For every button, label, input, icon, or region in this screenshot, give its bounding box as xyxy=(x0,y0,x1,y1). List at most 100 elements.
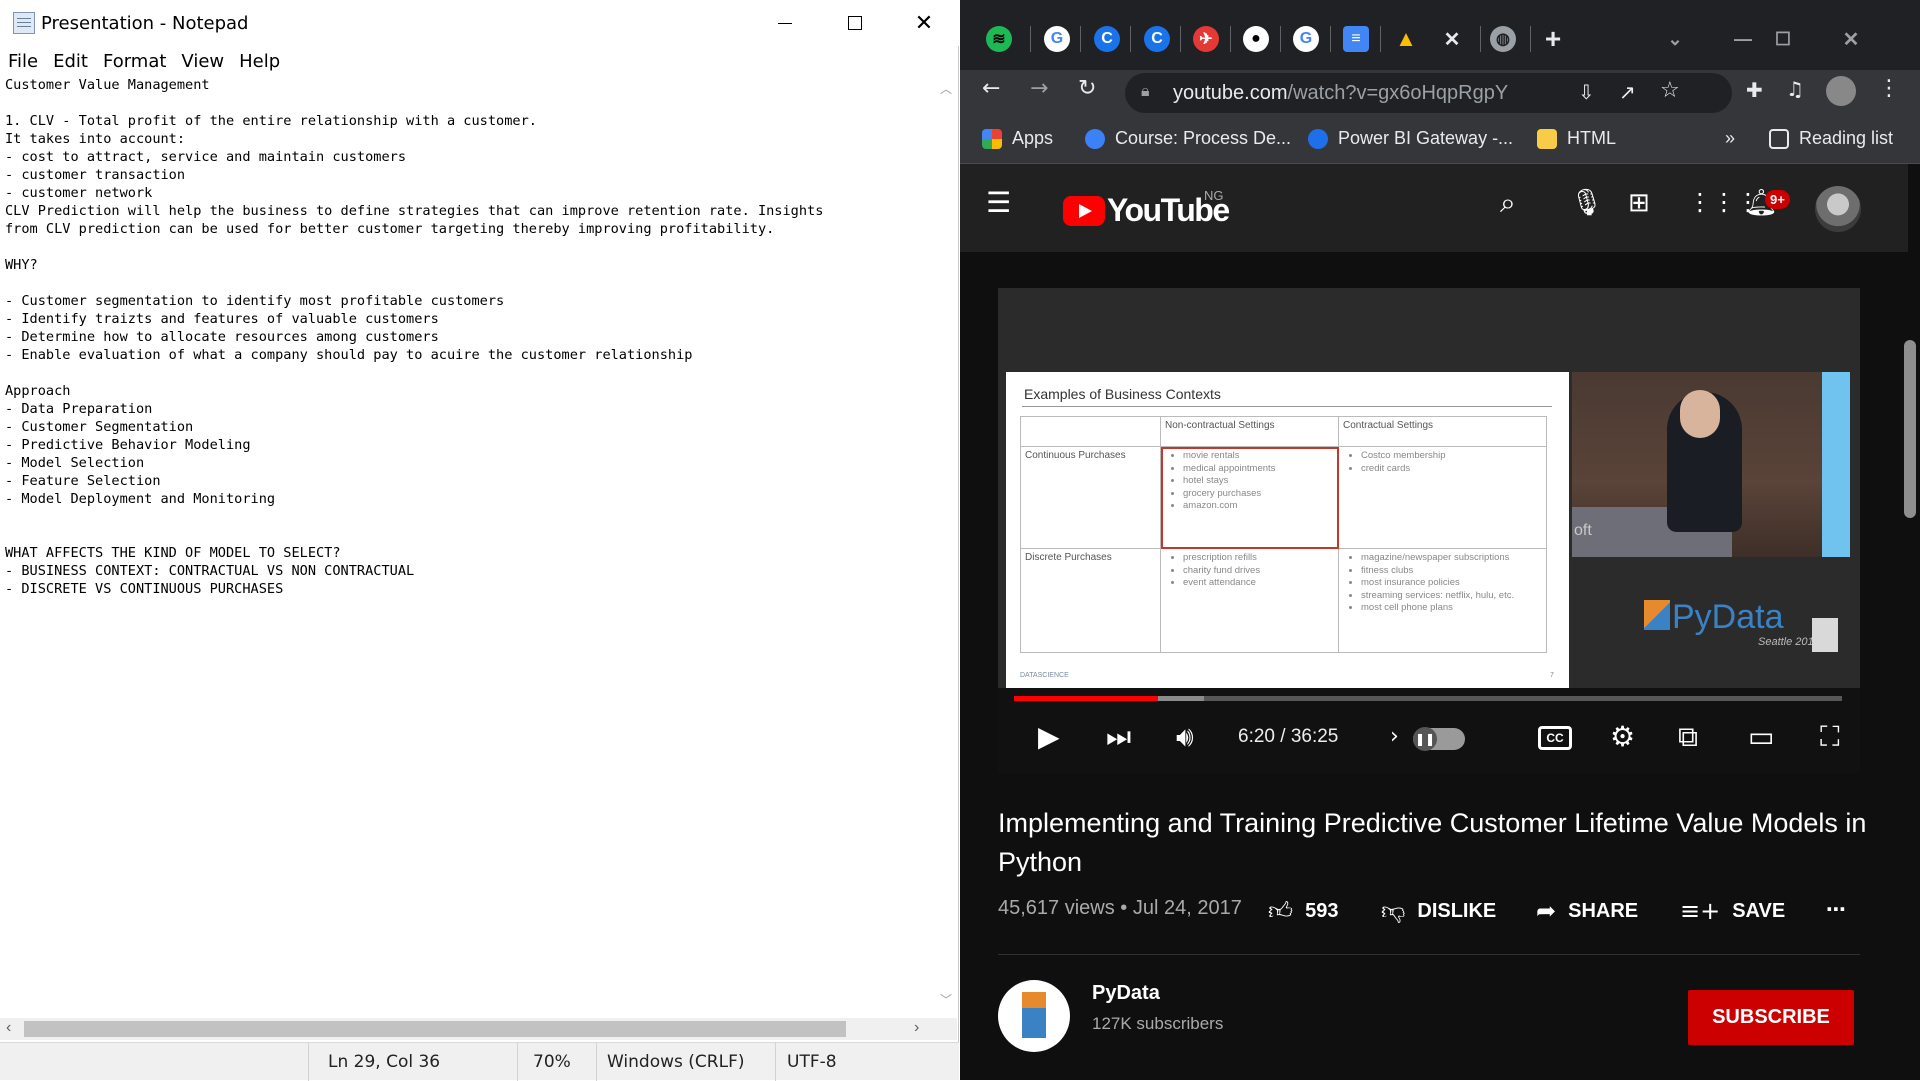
page-scrollbar[interactable] xyxy=(1904,340,1916,518)
hamburger-menu-icon[interactable]: ☰ xyxy=(986,186,1011,219)
speaker-video-inset: oft xyxy=(1572,372,1850,557)
menu-view[interactable]: View xyxy=(181,51,224,72)
menu-format[interactable]: Format xyxy=(103,51,166,72)
docs-tab-icon[interactable]: ≡ xyxy=(1343,26,1369,52)
coursera-tab-icon[interactable]: C xyxy=(1094,26,1120,52)
save-button[interactable]: ≡+ SAVE xyxy=(1680,897,1785,925)
close-button[interactable]: ✕ xyxy=(889,0,959,46)
progress-played xyxy=(1014,696,1159,701)
share-button[interactable]: ➦ SHARE xyxy=(1536,897,1638,925)
video-player[interactable]: Examples of Business Contexts Non-contra… xyxy=(998,288,1860,773)
scroll-up-icon[interactable]: ︿ xyxy=(940,80,952,97)
extensions-icon[interactable]: ✚ xyxy=(1746,78,1763,102)
presentation-slide: Examples of Business Contexts Non-contra… xyxy=(1006,372,1569,688)
spotify-tab-icon[interactable]: ≋ xyxy=(986,26,1012,52)
youtube-page: ☰ YouTube NG ⌕ 🎙︎ ⊞ ⋮⋮⋮ 🔔︎ 9+ Examples o… xyxy=(960,164,1920,1080)
menu-help[interactable]: Help xyxy=(239,51,280,72)
maximize-icon xyxy=(848,16,862,30)
google-tab-icon[interactable]: G xyxy=(1044,26,1070,52)
menu-edit[interactable]: Edit xyxy=(53,51,88,72)
dislike-button[interactable]: 👎︎ DISLIKE xyxy=(1381,897,1496,926)
subscribe-button[interactable]: SUBSCRIBE xyxy=(1688,990,1854,1045)
github-tab-icon[interactable]: ● xyxy=(1243,26,1269,52)
scroll-left-icon[interactable]: ‹ xyxy=(6,1019,11,1037)
microphone-icon[interactable]: 🎙︎ xyxy=(1570,188,1603,218)
pydata-grey-cube-icon xyxy=(1812,618,1838,652)
course-icon xyxy=(1085,128,1105,149)
horizontal-scrollbar[interactable]: ‹ › xyxy=(0,1018,935,1040)
horizontal-scroll-thumb[interactable] xyxy=(24,1021,846,1037)
video-progress-bar[interactable] xyxy=(1014,696,1842,701)
volume-icon[interactable]: 🔊︎ xyxy=(1176,720,1194,754)
divider xyxy=(998,954,1860,955)
globe-tab-icon[interactable]: ◍ xyxy=(1490,26,1516,52)
new-tab-icon[interactable]: + xyxy=(1540,23,1566,54)
notepad-titlebar[interactable]: Presentation - Notepad ✕ xyxy=(0,0,959,46)
bookmark-star-icon[interactable]: ☆ xyxy=(1660,78,1680,103)
slide-title: Examples of Business Contexts xyxy=(1024,386,1221,402)
chrome-toolbar: ← → ↻ 🔒︎ youtube.com/watch?v=gx6oHqpRgpY… xyxy=(960,70,1920,116)
chrome-menu-icon[interactable]: ⋮ xyxy=(1878,76,1900,101)
video-frame[interactable]: Examples of Business Contexts Non-contra… xyxy=(998,288,1860,688)
chrome-close-icon[interactable]: ✕ xyxy=(1838,26,1864,52)
theater-mode-icon[interactable]: ▭ xyxy=(1748,720,1774,753)
minimize-button[interactable] xyxy=(750,0,820,46)
maximize-button[interactable] xyxy=(820,0,890,46)
red-app-tab-icon[interactable]: ✈ xyxy=(1193,26,1219,52)
install-app-icon[interactable]: ⇩ xyxy=(1578,80,1595,104)
channel-avatar[interactable] xyxy=(998,980,1070,1052)
autoplay-toggle[interactable]: ❚❚ xyxy=(1413,727,1465,751)
close-tab-icon[interactable]: ✕ xyxy=(1439,26,1465,52)
status-line-ending: Windows (CRLF) xyxy=(607,1052,745,1072)
drive-tab-icon[interactable]: ▲ xyxy=(1393,26,1419,52)
user-avatar[interactable] xyxy=(1815,186,1861,232)
scroll-down-icon[interactable]: ﹀ xyxy=(940,991,952,1008)
back-icon[interactable]: ← xyxy=(982,76,1000,101)
scroll-corner xyxy=(935,1018,957,1040)
profile-avatar[interactable] xyxy=(1826,76,1856,106)
bookmark-course[interactable]: Course: Process De... xyxy=(1085,128,1291,149)
more-bookmarks-icon[interactable]: » xyxy=(1725,128,1735,149)
play-icon[interactable]: ▶ xyxy=(1038,720,1060,753)
bookmark-html[interactable]: HTML xyxy=(1537,128,1616,149)
chapter-chevron-icon[interactable]: › xyxy=(1390,724,1399,749)
thumbs-up-icon: 👍︎ xyxy=(1268,897,1294,925)
search-icon[interactable]: ⌕ xyxy=(1500,186,1516,220)
settings-gear-icon[interactable]: ⚙ xyxy=(1610,720,1635,753)
share-icon[interactable]: ↗ xyxy=(1619,80,1636,104)
notepad-window: Presentation - Notepad ✕ File Edit Forma… xyxy=(0,0,959,1081)
notepad-text-area[interactable]: Customer Value Management 1. CLV - Total… xyxy=(5,76,930,1016)
bookmark-apps[interactable]: Apps xyxy=(982,128,1053,149)
bookmarks-bar: Apps Course: Process De... Power BI Gate… xyxy=(960,116,1920,164)
channel-name[interactable]: PyData xyxy=(1092,982,1160,1005)
chrome-maximize-icon[interactable]: ☐ xyxy=(1770,26,1796,52)
video-time: 6:20 / 36:25 xyxy=(1238,726,1339,747)
google-tab-icon-2[interactable]: G xyxy=(1293,26,1319,52)
reading-list[interactable]: Reading list xyxy=(1769,128,1893,149)
chrome-minimize-icon[interactable]: — xyxy=(1730,26,1756,52)
reload-icon[interactable]: ↻ xyxy=(1078,76,1096,101)
slide-col-contractual: Contractual Settings xyxy=(1338,416,1547,447)
thumbs-down-icon: 👎︎ xyxy=(1381,897,1406,925)
scroll-right-icon[interactable]: › xyxy=(914,1019,919,1037)
menu-file[interactable]: File xyxy=(8,51,38,72)
notepad-app-icon xyxy=(13,12,35,34)
create-video-icon[interactable]: ⊞ xyxy=(1628,188,1650,218)
forward-icon[interactable]: → xyxy=(1030,76,1048,101)
miniplayer-icon[interactable]: ⧉ xyxy=(1678,720,1698,754)
media-control-icon[interactable]: ♫ xyxy=(1786,77,1804,101)
lock-icon[interactable]: 🔒︎ xyxy=(1141,81,1150,101)
address-bar[interactable]: 🔒︎ youtube.com/watch?v=gx6oHqpRgpY ⇩ ↗ ☆ xyxy=(1125,73,1732,113)
minimize-icon xyxy=(778,22,792,24)
tab-search-icon[interactable]: ⌄ xyxy=(1662,26,1688,52)
closed-captions-button[interactable]: CC xyxy=(1538,726,1572,750)
pydata-logo: PyData Seattle 2017 xyxy=(1638,590,1838,660)
more-actions-icon[interactable]: ⋯ xyxy=(1826,897,1846,922)
url-text: youtube.com/watch?v=gx6oHqpRgpY xyxy=(1173,82,1509,104)
coursera-tab-icon-2[interactable]: C xyxy=(1144,26,1170,52)
next-video-icon[interactable]: ⏭︎ xyxy=(1106,720,1131,754)
like-button[interactable]: 👍︎ 593 xyxy=(1268,897,1338,926)
vertical-scrollbar[interactable]: ︿ ﹀ xyxy=(935,76,957,1016)
bookmark-powerbi[interactable]: Power BI Gateway -... xyxy=(1308,128,1513,149)
fullscreen-icon[interactable]: ⛶ xyxy=(1820,720,1840,754)
